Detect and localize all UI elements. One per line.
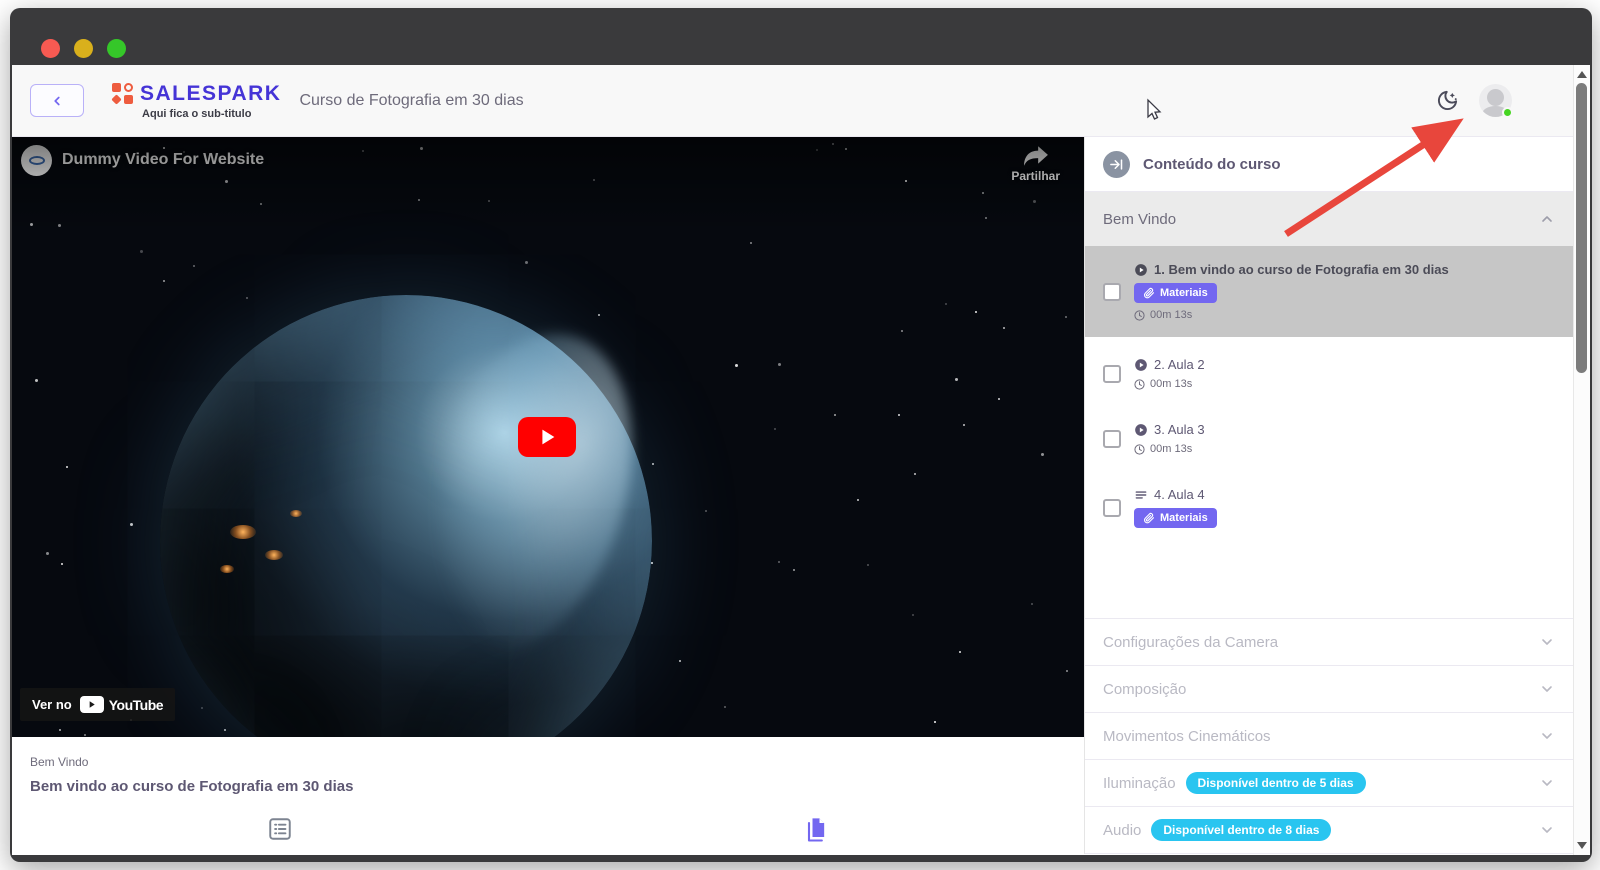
clock-icon bbox=[1134, 379, 1145, 390]
video-player[interactable]: Dummy Video For Website Partilhar Ver no bbox=[12, 137, 1084, 737]
lesson-title: Bem vindo ao curso de Fotografia em 30 d… bbox=[30, 778, 1066, 795]
lesson-details-tab[interactable] bbox=[12, 816, 548, 844]
lesson-2-checkbox[interactable] bbox=[1103, 365, 1121, 383]
lesson-item-2[interactable]: 2. Aula 2 00m 13s bbox=[1085, 345, 1573, 402]
dark-mode-toggle[interactable] bbox=[1436, 89, 1459, 112]
maximize-window-button[interactable] bbox=[107, 39, 126, 58]
watch-on-youtube-link[interactable]: Ver no YouTube bbox=[20, 688, 175, 721]
lesson-duration: 00m 13s bbox=[1134, 443, 1205, 455]
text-lesson-icon bbox=[1134, 488, 1148, 502]
section-audio[interactable]: Audio Disponível dentro de 8 dias bbox=[1085, 806, 1573, 853]
collapse-sidebar-button[interactable] bbox=[1103, 151, 1130, 178]
logo-text: SALESPARK bbox=[140, 82, 281, 106]
lesson-duration: 00m 13s bbox=[1134, 309, 1449, 321]
materials-documents-icon bbox=[802, 816, 830, 844]
section-label: Movimentos Cinemáticos bbox=[1103, 728, 1271, 745]
play-circle-icon bbox=[1134, 423, 1148, 437]
section-configuracoes-camera[interactable]: Configurações da Camera bbox=[1085, 618, 1573, 665]
lesson-section-label: Bem Vindo bbox=[30, 755, 1066, 769]
lesson-item-3[interactable]: 3. Aula 3 00m 13s bbox=[1085, 410, 1573, 467]
sidebar-header: Conteúdo do curso bbox=[1085, 137, 1573, 192]
play-button[interactable] bbox=[518, 417, 576, 457]
online-status-badge bbox=[1502, 107, 1513, 118]
brand-logo[interactable]: SALESPARK Aqui fica o sub-titulo bbox=[112, 82, 281, 120]
chevron-down-icon bbox=[1539, 775, 1555, 791]
youtube-wordmark: YouTube bbox=[109, 697, 163, 713]
chevron-down-icon bbox=[1539, 634, 1555, 650]
salespark-logo-icon bbox=[112, 83, 133, 104]
section-label: Configurações da Camera bbox=[1103, 634, 1278, 651]
clock-icon bbox=[1134, 444, 1145, 455]
clock-icon bbox=[1134, 310, 1145, 321]
window-titlebar bbox=[10, 8, 1592, 65]
macos-window: SALESPARK Aqui fica o sub-titulo Curso d… bbox=[10, 8, 1592, 862]
materials-badge[interactable]: Materiais bbox=[1134, 283, 1217, 303]
materials-badge[interactable]: Materiais bbox=[1134, 508, 1217, 528]
minimize-window-button[interactable] bbox=[74, 39, 93, 58]
list-details-icon bbox=[267, 816, 293, 842]
chevron-down-icon bbox=[1539, 728, 1555, 744]
availability-badge: Disponível dentro de 5 dias bbox=[1186, 772, 1366, 794]
lesson-title: 2. Aula 2 bbox=[1154, 357, 1205, 372]
play-circle-icon bbox=[1134, 263, 1148, 277]
lesson-info-panel: Bem Vindo Bem vindo ao curso de Fotograf… bbox=[12, 737, 1084, 854]
watch-on-label: Ver no bbox=[32, 697, 72, 712]
scroll-down-arrow-icon[interactable] bbox=[1577, 842, 1587, 849]
section-bem-vindo[interactable]: Bem Vindo bbox=[1085, 192, 1573, 246]
section-label: Iluminação bbox=[1103, 775, 1176, 792]
page-content: SALESPARK Aqui fica o sub-titulo Curso d… bbox=[12, 65, 1590, 855]
lesson-title: 4. Aula 4 bbox=[1154, 487, 1205, 502]
chevron-down-icon bbox=[1539, 822, 1555, 838]
back-button[interactable] bbox=[30, 84, 84, 117]
lesson-item-1[interactable]: 1. Bem vindo ao curso de Fotografia em 3… bbox=[1085, 246, 1573, 337]
paperclip-icon bbox=[1143, 287, 1155, 299]
materials-badge-label: Materiais bbox=[1160, 287, 1208, 299]
lesson-title: 1. Bem vindo ao curso de Fotografia em 3… bbox=[1154, 262, 1449, 277]
chevron-left-icon bbox=[50, 94, 64, 108]
lesson-materials-tab[interactable] bbox=[548, 816, 1084, 844]
lesson-3-checkbox[interactable] bbox=[1103, 430, 1121, 448]
youtube-play-icon bbox=[80, 696, 104, 713]
page-title: Curso de Fotografia em 30 dias bbox=[299, 92, 523, 110]
player-top-gradient bbox=[12, 137, 1084, 232]
chevron-up-icon bbox=[1539, 211, 1555, 227]
logo-subtitle: Aqui fica o sub-titulo bbox=[142, 108, 251, 120]
video-column: Dummy Video For Website Partilhar Ver no bbox=[12, 137, 1085, 854]
page-scrollbar[interactable] bbox=[1573, 65, 1590, 855]
play-circle-icon bbox=[1134, 358, 1148, 372]
section-movimentos-cinematicos[interactable]: Movimentos Cinemáticos bbox=[1085, 712, 1573, 759]
course-content-sidebar: Conteúdo do curso Bem Vindo 1. Bem vindo… bbox=[1085, 137, 1573, 854]
paperclip-icon bbox=[1143, 512, 1155, 524]
app-header: SALESPARK Aqui fica o sub-titulo Curso d… bbox=[12, 65, 1590, 137]
scroll-up-arrow-icon[interactable] bbox=[1577, 71, 1587, 78]
lesson-title: 3. Aula 3 bbox=[1154, 422, 1205, 437]
section-label: Composição bbox=[1103, 681, 1186, 698]
lesson-4-checkbox[interactable] bbox=[1103, 499, 1121, 517]
lesson-item-4[interactable]: 4. Aula 4 Materiais bbox=[1085, 475, 1573, 540]
section-iluminacao[interactable]: Iluminação Disponível dentro de 5 dias bbox=[1085, 759, 1573, 806]
play-icon bbox=[536, 426, 558, 448]
lesson-1-checkbox[interactable] bbox=[1103, 283, 1121, 301]
section-label: Bem Vindo bbox=[1103, 211, 1176, 228]
arrow-bar-right-icon bbox=[1109, 157, 1124, 172]
lesson-duration: 00m 13s bbox=[1134, 378, 1205, 390]
sidebar-title: Conteúdo do curso bbox=[1143, 156, 1281, 173]
availability-badge: Disponível dentro de 8 dias bbox=[1151, 819, 1331, 841]
user-avatar[interactable] bbox=[1479, 84, 1512, 117]
chevron-down-icon bbox=[1539, 681, 1555, 697]
close-window-button[interactable] bbox=[41, 39, 60, 58]
materials-badge-label: Materiais bbox=[1160, 512, 1208, 524]
scrollbar-thumb[interactable] bbox=[1576, 83, 1587, 373]
moon-stars-icon bbox=[1436, 89, 1459, 112]
section-label: Audio bbox=[1103, 822, 1141, 839]
section-composicao[interactable]: Composição bbox=[1085, 665, 1573, 712]
